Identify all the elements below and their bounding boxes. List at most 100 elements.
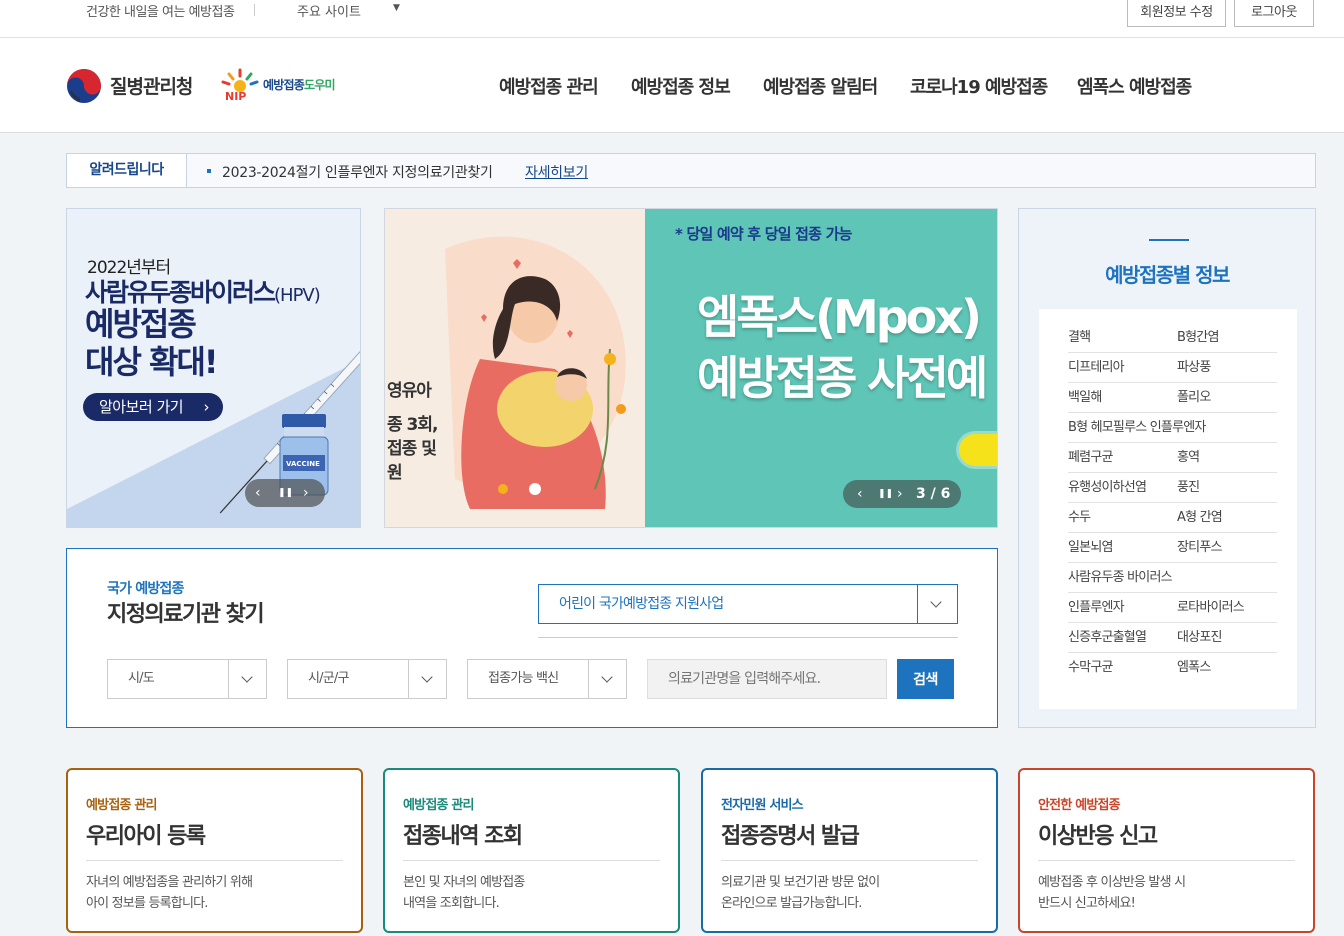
slide-counter: 3 / 6	[916, 486, 951, 502]
chevron-down-icon[interactable]	[917, 585, 957, 623]
notice-more-link[interactable]: 자세히보기	[525, 162, 588, 182]
pause-icon[interactable]: ❚❚	[878, 480, 893, 508]
slide-previous-panel: 영유아 종 3회, 접종 및 원	[385, 209, 645, 527]
card-title: 우리아이 등록	[86, 824, 206, 849]
pause-icon[interactable]: ❚❚	[278, 479, 293, 507]
vaccine-link[interactable]: 폴리오	[1177, 383, 1211, 413]
vaccine-link[interactable]: 대상포진	[1177, 623, 1222, 653]
vaccine-link[interactable]: 파상풍	[1177, 353, 1211, 383]
vaccine-link[interactable]: 수막구균	[1068, 660, 1113, 675]
vaccine-link[interactable]: 수두	[1068, 510, 1091, 525]
hpv-line2-main: 사람유두종바이러스	[85, 278, 276, 307]
vaccine-link[interactable]: 신증후군출혈열	[1068, 630, 1147, 645]
sigungu-select[interactable]: 시/군/구	[287, 659, 447, 699]
search-button[interactable]: 검색	[897, 659, 954, 699]
chevron-down-icon[interactable]	[408, 660, 446, 698]
card-description: 본인 및 자녀의 예방접종 내역을 조회합니다.	[403, 872, 653, 914]
card-desc-line1: 자녀의 예방접종을 관리하기 위해	[86, 875, 253, 890]
vaccine-link[interactable]: 로타바이러스	[1177, 593, 1245, 623]
slide-cta-button[interactable]	[959, 434, 997, 466]
bullet-icon	[207, 169, 211, 173]
vaccine-link[interactable]: 유행성이하선염	[1068, 480, 1147, 495]
vaccine-link[interactable]: 인플루엔자	[1068, 600, 1125, 615]
divider	[1149, 239, 1189, 241]
vaccine-link[interactable]: 풍진	[1177, 473, 1200, 503]
chevron-down-icon[interactable]: ▼	[393, 3, 400, 13]
nip-logo-text[interactable]: 예방접종도우미	[263, 76, 335, 93]
edit-member-button[interactable]: 회원정보 수정	[1127, 0, 1226, 27]
next-icon[interactable]: ›	[303, 479, 309, 507]
vaccine-info-title: 예방접종별 정보	[1105, 263, 1230, 287]
kdca-logo-text[interactable]: 질병관리청	[110, 72, 193, 99]
vaccine-link[interactable]: 결핵	[1068, 330, 1091, 345]
vial-label: VACCINE	[286, 460, 320, 468]
vaccine-link[interactable]: A형 간염	[1177, 503, 1223, 533]
nip-logo-icon[interactable]: NIP	[220, 66, 260, 102]
card-vaccination-history[interactable]: 예방접종 관리 접종내역 조회 본인 및 자녀의 예방접종 내역을 조회합니다.	[383, 768, 680, 933]
clinic-name-input[interactable]	[647, 659, 887, 699]
nav-vaccination-info[interactable]: 예방접종 정보	[631, 73, 731, 99]
utility-bar: 건강한 내일을 여는 예방접종 주요 사이트 ▼ 회원정보 수정 로그아웃	[0, 0, 1344, 38]
list-item: B형 헤모필루스 인플루엔자	[1068, 413, 1277, 443]
slide-title-line2: 예방접종 사전예	[697, 351, 988, 405]
card-adverse-reaction-report[interactable]: 안전한 예방접종 이상반응 신고 예방접종 후 이상반응 발생 시 반드시 신고하…	[1018, 768, 1315, 933]
vaccine-link[interactable]: 홍역	[1177, 443, 1200, 473]
prev-text-3: 접종 및	[387, 439, 437, 459]
vaccine-link[interactable]: 일본뇌염	[1068, 540, 1113, 555]
nav-vaccination-notice[interactable]: 예방접종 알림터	[763, 73, 878, 99]
card-description: 의료기관 및 보건기관 방문 없이 온라인으로 발급가능합니다.	[721, 872, 971, 914]
finder-title: 지정의료기관 찾기	[107, 602, 265, 627]
divider	[721, 860, 978, 861]
chevron-down-icon[interactable]	[588, 660, 626, 698]
related-sites-dropdown[interactable]: 주요 사이트	[297, 1, 361, 20]
vaccine-select-value: 접종가능 백신	[488, 671, 559, 686]
chevron-down-icon[interactable]	[228, 660, 266, 698]
notice-text[interactable]: 2023-2024절기 인플루엔자 지정의료기관찾기	[222, 162, 493, 182]
vaccine-info-panel: 예방접종별 정보 결핵 B형간염 디프테리아 파상풍 백일해 폴리오 B형 헤모필루스…	[1018, 208, 1316, 728]
next-icon[interactable]: ›	[897, 480, 903, 508]
list-item: 백일해 폴리오	[1068, 383, 1277, 413]
vaccine-select[interactable]: 접종가능 백신	[467, 659, 627, 699]
learn-more-label: 알아보러 가기	[99, 398, 184, 416]
hpv-line3: 예방접종	[85, 305, 197, 343]
vaccine-link[interactable]: B형간염	[1177, 323, 1219, 353]
nav-covid19-vaccination[interactable]: 코로나19 예방접종	[910, 73, 1048, 99]
vaccine-link[interactable]: 백일해	[1068, 390, 1102, 405]
finder-kicker: 국가 예방접종	[107, 581, 184, 597]
site-slogan: 건강한 내일을 여는 예방접종	[86, 5, 235, 20]
vaccine-link[interactable]: B형 헤모필루스 인플루엔자	[1068, 420, 1206, 435]
main-slider[interactable]: 영유아 종 3회, 접종 및 원 * 당일 예약 후 당일 접종 가능 엠폭스(…	[384, 208, 998, 528]
vaccine-link[interactable]: 장티푸스	[1177, 533, 1222, 563]
vaccine-link[interactable]: 사람유두종 바이러스	[1068, 570, 1173, 585]
card-description: 자녀의 예방접종을 관리하기 위해 아이 정보를 등록합니다.	[86, 872, 336, 914]
prev-icon[interactable]: ‹	[255, 479, 261, 507]
vaccine-link[interactable]: 디프테리아	[1068, 360, 1125, 375]
program-select-value: 어린이 국가예방접종 지원사업	[559, 596, 724, 612]
site-header: 질병관리청 NIP 예방접종도우미 예방접종 관리 예방접종 정보 예방접종 알…	[0, 38, 1344, 133]
prev-icon[interactable]: ‹	[857, 480, 863, 508]
nip-name-part-a: 예방접종	[263, 78, 305, 92]
vaccine-link[interactable]: 폐렴구균	[1068, 450, 1113, 465]
program-select[interactable]: 어린이 국가예방접종 지원사업	[538, 584, 958, 624]
vaccine-link[interactable]: 엠폭스	[1177, 653, 1211, 683]
hpv-line2: 사람유두종바이러스(HPV)	[85, 273, 321, 309]
prev-text-1: 영유아	[387, 381, 432, 401]
clinic-finder: 국가 예방접종 지정의료기관 찾기 어린이 국가예방접종 지원사업 시/도 시/…	[66, 548, 998, 728]
card-desc-line1: 예방접종 후 이상반응 발생 시	[1038, 875, 1186, 890]
learn-more-button[interactable]: 알아보러 가기 ›	[83, 393, 223, 421]
card-child-registration[interactable]: 예방접종 관리 우리아이 등록 자녀의 예방접종을 관리하기 위해 아이 정보를 …	[66, 768, 363, 933]
hpv-banner[interactable]: VACCINE 2022년부터 사람유두종바이러스(HPV) 예방접종 대상 확대…	[66, 208, 361, 528]
card-certificate-issue[interactable]: 전자민원 서비스 접종증명서 발급 의료기관 및 보건기관 방문 없이 온라인으로…	[701, 768, 998, 933]
logout-button[interactable]: 로그아웃	[1234, 0, 1314, 27]
slide-title-line1: 엠폭스(Mpox)	[697, 290, 982, 344]
divider	[86, 860, 343, 861]
kdca-logo-icon[interactable]	[66, 68, 102, 104]
banner-controls: ‹ ❚❚ ›	[245, 479, 325, 507]
nav-vaccination-management[interactable]: 예방접종 관리	[499, 73, 599, 99]
card-description: 예방접종 후 이상반응 발생 시 반드시 신고하세요!	[1038, 872, 1288, 914]
card-category: 전자민원 서비스	[721, 798, 804, 813]
previous-slide-text: 영유아 종 3회, 접종 및 원	[387, 379, 438, 485]
hpv-headline: 예방접종 대상 확대!	[85, 305, 345, 381]
nav-mpox-vaccination[interactable]: 엠폭스 예방접종	[1077, 73, 1192, 99]
sido-select[interactable]: 시/도	[107, 659, 267, 699]
